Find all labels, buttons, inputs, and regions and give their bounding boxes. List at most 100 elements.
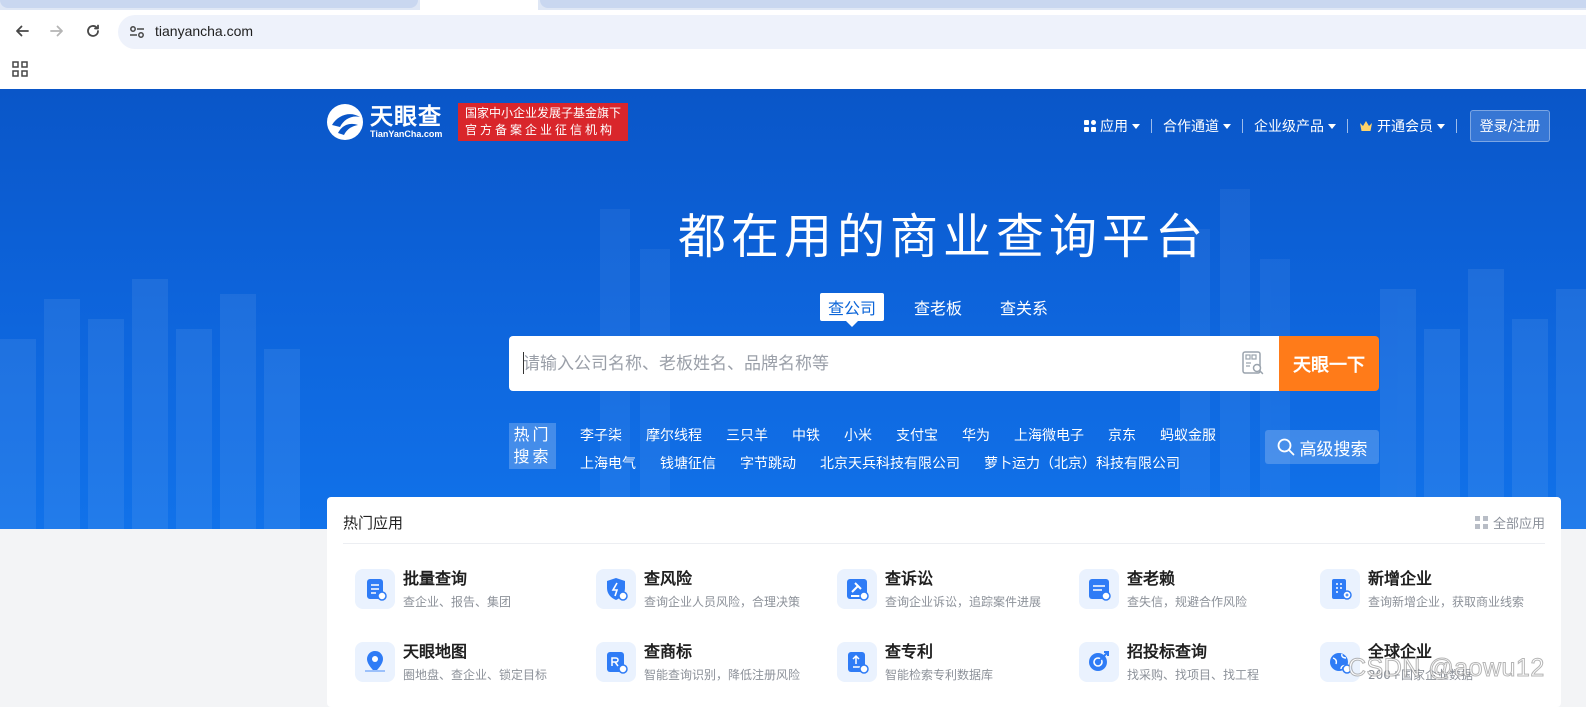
hot-keyword[interactable]: 上海电气	[580, 453, 636, 473]
hot-keyword[interactable]: 北京天兵科技有限公司	[820, 453, 960, 473]
chevron-down-icon	[1437, 123, 1445, 129]
hot-keyword[interactable]: 上海微电子	[1014, 425, 1084, 445]
hot-keyword[interactable]: 中铁	[792, 425, 820, 445]
patent-icon	[837, 642, 877, 682]
certification-badge: 国家中小企业发展子基金旗下 官方备案企业征信机构	[458, 103, 628, 141]
app-litigation[interactable]: 查诉讼 查询企业诉讼，追踪案件进展	[837, 565, 1077, 615]
nav-divider	[1151, 119, 1152, 133]
hot-search-row-2: 上海电气 钱塘征信 字节跳动 北京天兵科技有限公司 萝卜运力（北京）科技有限公司	[580, 453, 1204, 473]
forward-icon[interactable]	[41, 10, 73, 52]
hot-keyword[interactable]: 摩尔线程	[646, 425, 702, 445]
all-apps-link[interactable]: 全部应用	[1474, 513, 1545, 532]
chevron-down-icon	[1328, 123, 1336, 129]
nav-partner-label: 合作通道	[1163, 119, 1219, 135]
app-bidding[interactable]: 招投标查询 找采购、找项目、找工程	[1079, 638, 1319, 688]
tab-search-relation[interactable]: 查关系	[992, 293, 1056, 321]
top-nav: 应用 合作通道 企业级产品 开通会员 登录/注册	[1078, 110, 1550, 142]
hot-keyword[interactable]: 华为	[962, 425, 990, 445]
app-desc: 智能检索专利数据库	[885, 668, 994, 682]
risk-shield-icon	[596, 569, 636, 609]
trademark-icon	[596, 642, 636, 682]
app-patent[interactable]: 查专利 智能检索专利数据库	[837, 638, 1077, 688]
hot-keyword[interactable]: 字节跳动	[740, 453, 796, 473]
hot-search-label-line-2: 搜索	[513, 447, 552, 466]
browser-tab-active[interactable]	[420, 0, 538, 10]
nav-divider	[1456, 119, 1457, 133]
nav-vip[interactable]: 开通会员	[1353, 116, 1451, 136]
nav-enterprise[interactable]: 企业级产品	[1248, 116, 1342, 136]
grid-icon	[1084, 120, 1096, 132]
address-bar[interactable]: tianyancha.com	[118, 15, 1586, 49]
image-search-icon[interactable]	[1242, 351, 1264, 379]
tianyancha-logo-icon	[327, 104, 363, 140]
app-desc: 查企业、报告、集团	[403, 595, 512, 609]
new-company-icon	[1320, 569, 1360, 609]
hot-keyword[interactable]: 三只羊	[726, 425, 768, 445]
app-name: 招投标查询	[1127, 642, 1208, 661]
grid-icon	[1474, 516, 1488, 529]
nav-partner[interactable]: 合作通道	[1157, 116, 1237, 136]
dishonest-icon	[1079, 569, 1119, 609]
hot-keyword[interactable]: 钱塘征信	[660, 453, 716, 473]
csdn-watermark: CSDN @aowu12	[1348, 654, 1545, 683]
logo-domain: TianYanCha.com	[370, 128, 443, 139]
tab-strip	[0, 0, 1586, 10]
tab-search-boss[interactable]: 查老板	[906, 293, 970, 321]
batch-doc-icon	[355, 569, 395, 609]
app-desc: 查询新增企业，获取商业线索	[1368, 595, 1525, 609]
logo-name: 天眼查	[370, 103, 442, 130]
back-icon[interactable]	[6, 10, 38, 52]
hot-keyword[interactable]: 蚂蚁金服	[1160, 425, 1216, 445]
search-button[interactable]: 天眼一下	[1279, 336, 1379, 391]
hot-keyword[interactable]: 支付宝	[896, 425, 938, 445]
app-name: 新增企业	[1368, 569, 1433, 588]
chevron-down-icon	[1223, 123, 1231, 129]
app-desc: 查询企业诉讼，追踪案件进展	[885, 595, 1042, 609]
advanced-search-button[interactable]: 高级搜索	[1265, 430, 1379, 464]
search-input[interactable]	[523, 336, 1223, 391]
app-name: 批量查询	[403, 569, 468, 588]
hero-slogan: 都在用的商业查询平台	[677, 209, 1208, 265]
hot-keyword[interactable]: 小米	[844, 425, 872, 445]
tab-search-company[interactable]: 查公司	[820, 293, 885, 327]
badge-line-1: 国家中小企业发展子基金旗下	[465, 106, 622, 120]
app-map[interactable]: 天眼地图 圈地盘、查企业、锁定目标	[355, 638, 595, 688]
app-batch-query[interactable]: 批量查询 查企业、报告、集团	[355, 565, 595, 615]
reload-icon[interactable]	[77, 10, 109, 52]
nav-enterprise-label: 企业级产品	[1254, 119, 1324, 135]
app-risk[interactable]: 查风险 查询企业人员风险，合理决策	[596, 565, 836, 615]
app-name: 天眼地图	[403, 642, 468, 661]
nav-divider	[1242, 119, 1243, 133]
text-cursor	[523, 352, 524, 374]
app-dishonest[interactable]: 查老赖 查失信，规避合作风险	[1079, 565, 1319, 615]
app-new-company[interactable]: 新增企业 查询新增企业，获取商业线索	[1320, 565, 1560, 615]
app-name: 查专利	[885, 642, 934, 661]
url-text[interactable]: tianyancha.com	[155, 23, 253, 39]
site-logo[interactable]: 天眼查 TianYanCha.com	[326, 101, 442, 143]
card-divider	[343, 543, 1545, 544]
nav-apps[interactable]: 应用	[1078, 116, 1146, 136]
hot-keyword[interactable]: 萝卜运力（北京）科技有限公司	[984, 453, 1180, 473]
app-trademark[interactable]: 查商标 智能查询识别，降低注册风险	[596, 638, 836, 688]
bidding-icon	[1079, 642, 1119, 682]
search-box	[509, 336, 1279, 391]
search-tabs: 查公司 查老板 查关系	[820, 293, 1078, 327]
browser-tab[interactable]	[540, 0, 1586, 8]
badge-line-2: 官方备案企业征信机构	[465, 123, 616, 137]
hero-banner: 天眼查 TianYanCha.com 国家中小企业发展子基金旗下 官方备案企业征…	[0, 89, 1586, 529]
hot-search-label-line-1: 热门	[513, 425, 552, 444]
hot-apps-title: 热门应用	[343, 514, 404, 532]
app-name: 查风险	[644, 569, 693, 588]
apps-grid-icon[interactable]	[11, 60, 29, 78]
search-icon	[1277, 438, 1295, 456]
hot-search-label: 热门 搜索	[509, 423, 556, 469]
crown-icon	[1359, 120, 1373, 132]
hot-search-row-1: 李子柒 摩尔线程 三只羊 中铁 小米 支付宝 华为 上海微电子 京东 蚂蚁金服	[580, 425, 1240, 445]
all-apps-label: 全部应用	[1492, 517, 1545, 532]
site-info-icon[interactable]	[126, 22, 148, 42]
app-desc: 智能查询识别，降低注册风险	[644, 668, 801, 682]
login-button[interactable]: 登录/注册	[1470, 110, 1550, 142]
browser-tab[interactable]	[0, 0, 418, 8]
hot-keyword[interactable]: 京东	[1108, 425, 1136, 445]
hot-keyword[interactable]: 李子柒	[580, 425, 622, 445]
